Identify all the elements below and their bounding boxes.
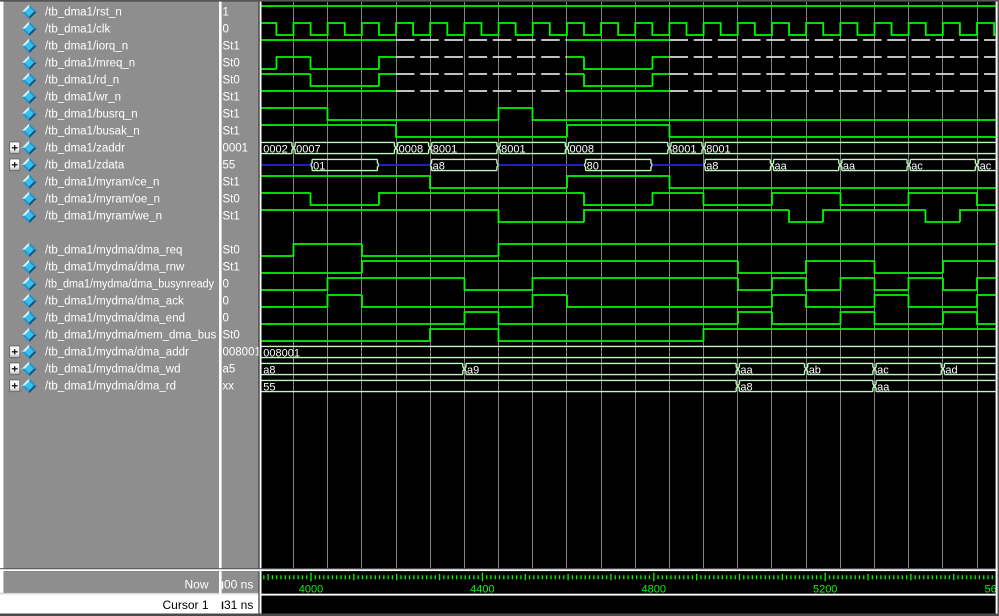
svg-text:a5: a5 (223, 364, 236, 376)
svg-text:/tb_dma1/zdata: /tb_dma1/zdata (45, 160, 125, 172)
svg-text:Cursor 1: Cursor 1 (162, 598, 208, 612)
svg-text:St1: St1 (223, 109, 240, 121)
svg-text:/tb_dma1/myram/ce_n: /tb_dma1/myram/ce_n (45, 177, 159, 189)
svg-text:/tb_dma1/mydma/dma_ack: /tb_dma1/mydma/dma_ack (45, 296, 184, 308)
svg-text:Now: Now (184, 578, 208, 592)
svg-text:St1: St1 (223, 177, 240, 189)
svg-text:/tb_dma1/busak_n: /tb_dma1/busak_n (45, 126, 140, 138)
svg-text:00 ns: 00 ns (224, 578, 253, 592)
svg-text:St0: St0 (223, 58, 240, 70)
svg-text:St0: St0 (223, 330, 240, 342)
svg-text:/tb_dma1/mydma/dma_end: /tb_dma1/mydma/dma_end (45, 313, 185, 325)
svg-text:/tb_dma1/mydma/mem_dma_bus: /tb_dma1/mydma/mem_dma_bus (45, 330, 217, 342)
svg-text:4800: 4800 (642, 584, 666, 596)
svg-text:/tb_dma1/iorq_n: /tb_dma1/iorq_n (45, 41, 128, 53)
svg-text:31 ns: 31 ns (224, 598, 253, 612)
svg-text:1: 1 (223, 7, 229, 19)
svg-text:St0: St0 (223, 245, 240, 257)
svg-text:/tb_dma1/myram/oe_n: /tb_dma1/myram/oe_n (45, 194, 160, 206)
svg-text:xx: xx (223, 381, 235, 393)
svg-text:80: 80 (587, 161, 599, 173)
svg-text:/tb_dma1/mydma/dma_rnw: /tb_dma1/mydma/dma_rnw (45, 262, 185, 274)
svg-text:0: 0 (223, 24, 229, 36)
svg-text:01: 01 (313, 161, 325, 173)
svg-text:/tb_dma1/mydma/dma_req: /tb_dma1/mydma/dma_req (45, 245, 182, 257)
svg-text:/tb_dma1/rst_n: /tb_dma1/rst_n (45, 7, 122, 19)
svg-text:/tb_dma1/mydma/dma_rd: /tb_dma1/mydma/dma_rd (45, 381, 176, 393)
svg-text:St1: St1 (223, 41, 240, 53)
svg-text:St1: St1 (223, 126, 240, 138)
svg-text:a8: a8 (433, 161, 445, 173)
svg-text:/tb_dma1/wr_n: /tb_dma1/wr_n (45, 92, 121, 104)
svg-text:4400: 4400 (470, 584, 494, 596)
svg-text:55: 55 (223, 160, 236, 172)
svg-text:0: 0 (223, 279, 229, 291)
svg-text:0001: 0001 (223, 143, 249, 155)
svg-text:St1: St1 (223, 92, 240, 104)
svg-text:/tb_dma1/busrq_n: /tb_dma1/busrq_n (45, 109, 138, 121)
svg-text:/tb_dma1/mydma/dma_wd: /tb_dma1/mydma/dma_wd (45, 364, 181, 376)
svg-text:St1: St1 (223, 211, 240, 223)
svg-text:56: 56 (985, 584, 997, 596)
svg-text:/tb_dma1/clk: /tb_dma1/clk (45, 24, 110, 36)
svg-text:St0: St0 (223, 75, 240, 87)
svg-text:0: 0 (223, 313, 229, 325)
svg-text:/tb_dma1/zaddr: /tb_dma1/zaddr (45, 143, 125, 155)
svg-text:St0: St0 (223, 194, 240, 206)
svg-text:/tb_dma1/mydma/dma_addr: /tb_dma1/mydma/dma_addr (45, 347, 189, 359)
svg-text:St1: St1 (223, 262, 240, 274)
svg-text:5200: 5200 (813, 584, 837, 596)
svg-text:/tb_dma1/myram/we_n: /tb_dma1/myram/we_n (45, 211, 162, 223)
svg-text:/tb_dma1/mreq_n: /tb_dma1/mreq_n (45, 58, 135, 70)
svg-text:008001: 008001 (223, 347, 261, 359)
svg-text:/tb_dma1/rd_n: /tb_dma1/rd_n (45, 75, 119, 87)
svg-text:0: 0 (223, 296, 229, 308)
svg-text:/tb_dma1/mydma/dma_busynready: /tb_dma1/mydma/dma_busynready (45, 279, 214, 291)
svg-text:4000: 4000 (299, 584, 323, 596)
